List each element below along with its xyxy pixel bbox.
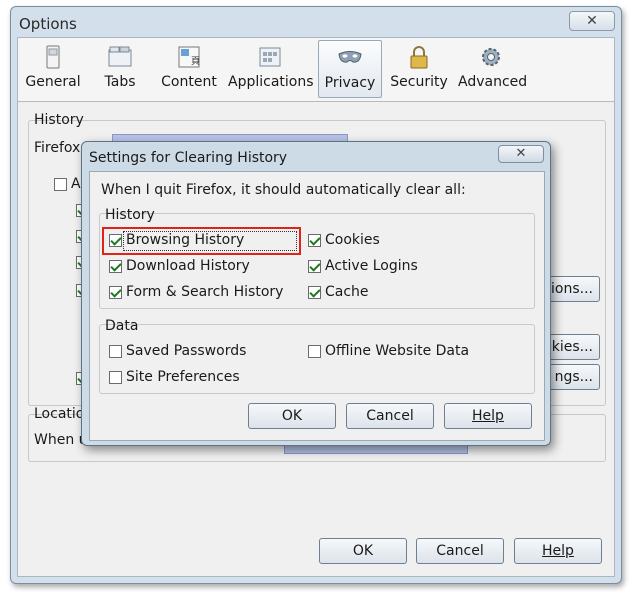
svg-text:頁: 頁 <box>191 56 200 67</box>
cookies-checkbox[interactable] <box>308 234 321 247</box>
content-icon: 頁 <box>178 46 200 68</box>
dialog-intro-text: When I quit Firefox, it should automatic… <box>101 182 466 198</box>
site-preferences-checkbox[interactable] <box>109 371 122 384</box>
options-ok-button[interactable]: OK <box>319 538 407 564</box>
tab-advanced[interactable]: Advanced <box>458 40 528 98</box>
active-logins-checkbox[interactable] <box>308 260 321 273</box>
tab-general[interactable]: General <box>22 40 84 98</box>
form-search-history-label: Form & Search History <box>126 284 284 300</box>
dialog-cancel-button[interactable]: Cancel <box>346 403 434 429</box>
tab-advanced-label: Advanced <box>458 74 528 90</box>
tab-privacy-label: Privacy <box>324 75 376 91</box>
download-history-checkbox[interactable] <box>109 260 122 273</box>
options-toolbar: General Tabs 頁 Content Applications Priv… <box>18 38 614 102</box>
site-preferences-label: Site Preferences <box>126 369 240 385</box>
tab-tabs[interactable]: Tabs <box>94 40 146 98</box>
dialog-close-button[interactable]: ✕ <box>498 145 544 163</box>
dialog-ok-button[interactable]: OK <box>248 403 336 429</box>
browsing-history-label: Browsing History <box>126 232 245 248</box>
cache-checkbox[interactable] <box>308 286 321 299</box>
history-section-title: History <box>105 207 155 223</box>
dialog-help-button[interactable]: Help <box>444 403 532 429</box>
tab-content-label: Content <box>161 74 217 90</box>
tab-applications[interactable]: Applications <box>228 40 314 98</box>
form-search-history-checkbox[interactable] <box>109 286 122 299</box>
cache-label: Cache <box>325 284 369 300</box>
offline-website-data-label: Offline Website Data <box>325 343 470 359</box>
browsing-history-checkbox[interactable] <box>109 234 122 247</box>
active-logins-label: Active Logins <box>325 258 418 274</box>
data-section-title: Data <box>105 318 139 334</box>
gear-icon <box>482 48 500 66</box>
clear-on-close-checkbox[interactable] <box>54 178 67 191</box>
tab-security[interactable]: Security <box>388 40 450 98</box>
offline-website-data-checkbox[interactable] <box>308 345 321 358</box>
tabs-icon <box>108 46 132 67</box>
tab-security-label: Security <box>390 74 448 90</box>
options-close-button[interactable]: ✕ <box>569 11 615 31</box>
saved-passwords-checkbox[interactable] <box>109 345 122 358</box>
cookies-label: Cookies <box>325 232 380 248</box>
saved-passwords-label: Saved Passwords <box>126 343 247 359</box>
tab-applications-label: Applications <box>228 74 314 90</box>
clear-history-dialog: Settings for Clearing History ✕ When I q… <box>81 141 551 446</box>
location-bar-group-title: Locatio <box>34 406 85 422</box>
tab-tabs-label: Tabs <box>104 74 136 90</box>
tab-privacy[interactable]: Privacy <box>318 40 382 98</box>
lock-icon <box>410 46 428 69</box>
options-help-button[interactable]: Help <box>514 538 602 564</box>
general-icon <box>46 45 60 69</box>
privacy-mask-icon <box>338 51 362 63</box>
clear-on-close-label: A <box>71 176 81 192</box>
dialog-title: Settings for Clearing History <box>89 150 288 166</box>
options-cancel-button[interactable]: Cancel <box>416 538 504 564</box>
history-group-title: History <box>34 112 84 128</box>
tab-content[interactable]: 頁 Content <box>158 40 220 98</box>
options-window-title: Options <box>19 15 77 33</box>
applications-icon <box>259 47 281 67</box>
dialog-body: When I quit Firefox, it should automatic… <box>89 171 545 441</box>
location-bar-when-label: When u <box>34 432 88 448</box>
download-history-label: Download History <box>126 258 250 274</box>
firefox-will-label: Firefox <box>34 140 81 156</box>
tab-general-label: General <box>25 74 81 90</box>
